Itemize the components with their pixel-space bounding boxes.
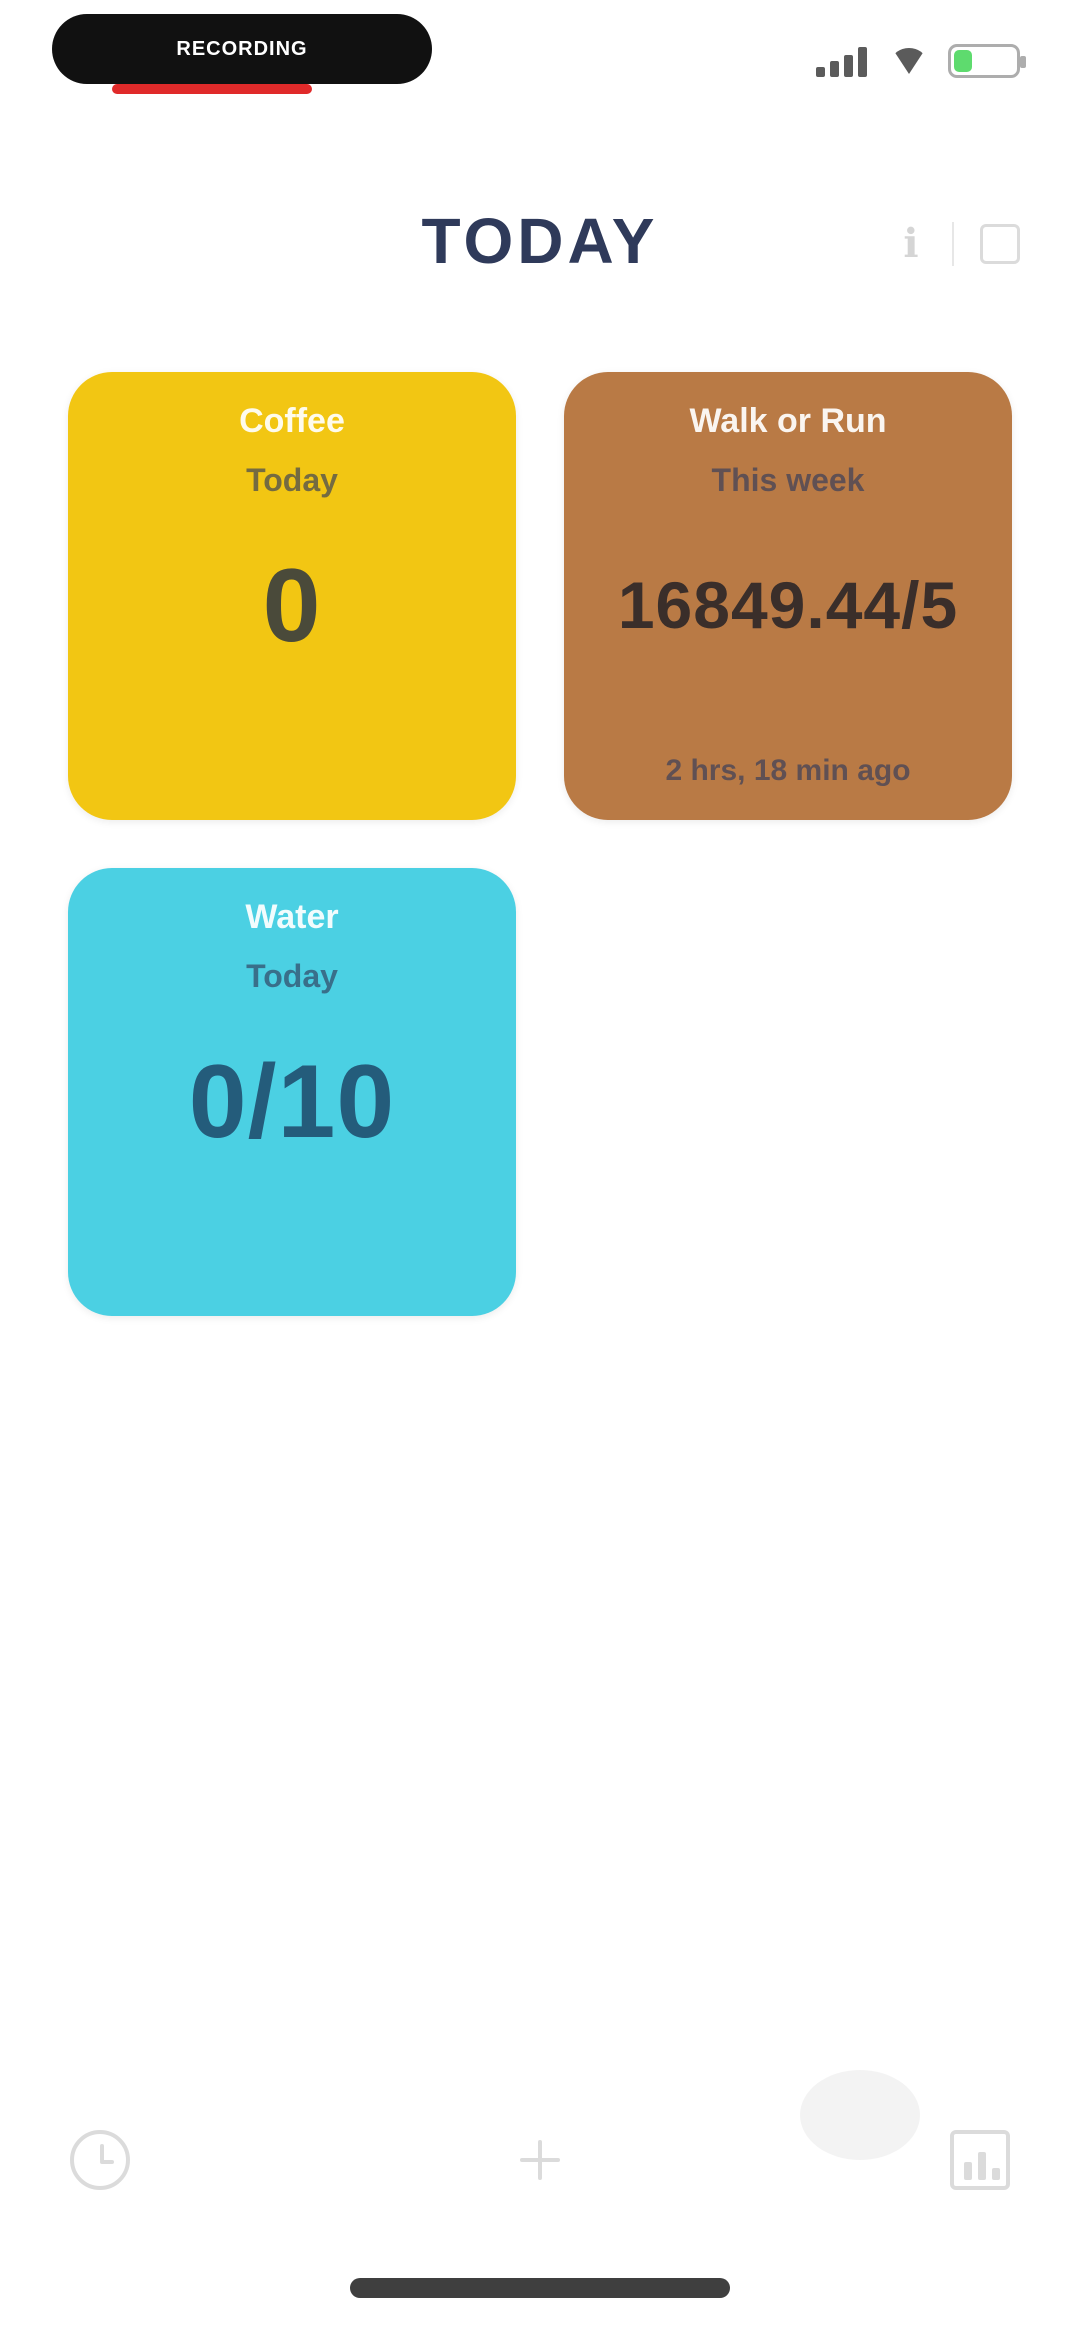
card-value: 16849.44/5	[617, 568, 959, 642]
card-water[interactable]: Water Today 0/10	[68, 868, 516, 1316]
info-icon[interactable]: ℹ	[896, 222, 926, 266]
card-subtitle: Today	[246, 462, 338, 498]
plus-icon[interactable]	[510, 2130, 570, 2190]
chart-icon[interactable]	[950, 2130, 1010, 2190]
battery-level	[954, 50, 972, 72]
tab-bar	[0, 2090, 1080, 2230]
card-title: Walk or Run	[689, 402, 887, 440]
grid-icon[interactable]	[980, 224, 1020, 264]
card-value: 0/10	[188, 1044, 396, 1160]
home-indicator[interactable]	[350, 2278, 730, 2298]
recording-label: RECORDING	[176, 37, 308, 60]
card-title: Water	[245, 898, 339, 936]
card-footer: 2 hrs, 18 min ago	[665, 754, 911, 787]
tracker-cards: Coffee Today 0 Walk or Run This week 168…	[68, 372, 1012, 1316]
battery-icon	[948, 44, 1026, 78]
card-subtitle: This week	[711, 462, 865, 498]
status-bar: RECORDING	[0, 0, 1080, 120]
header-actions: ℹ	[896, 222, 1020, 266]
card-subtitle: Today	[246, 958, 338, 994]
recording-progress	[112, 84, 312, 94]
status-icons	[816, 44, 1026, 78]
screen-recording-indicator[interactable]: RECORDING	[52, 14, 432, 94]
signal-icon	[816, 45, 870, 77]
card-title: Coffee	[239, 402, 345, 440]
card-walk-or-run[interactable]: Walk or Run This week 16849.44/5 2 hrs, …	[564, 372, 1012, 820]
header: TODAY ℹ	[0, 190, 1080, 290]
card-coffee[interactable]: Coffee Today 0	[68, 372, 516, 820]
header-divider	[952, 222, 954, 266]
wifi-icon	[892, 48, 926, 74]
card-value: 0	[262, 548, 322, 664]
clock-icon[interactable]	[70, 2130, 130, 2190]
